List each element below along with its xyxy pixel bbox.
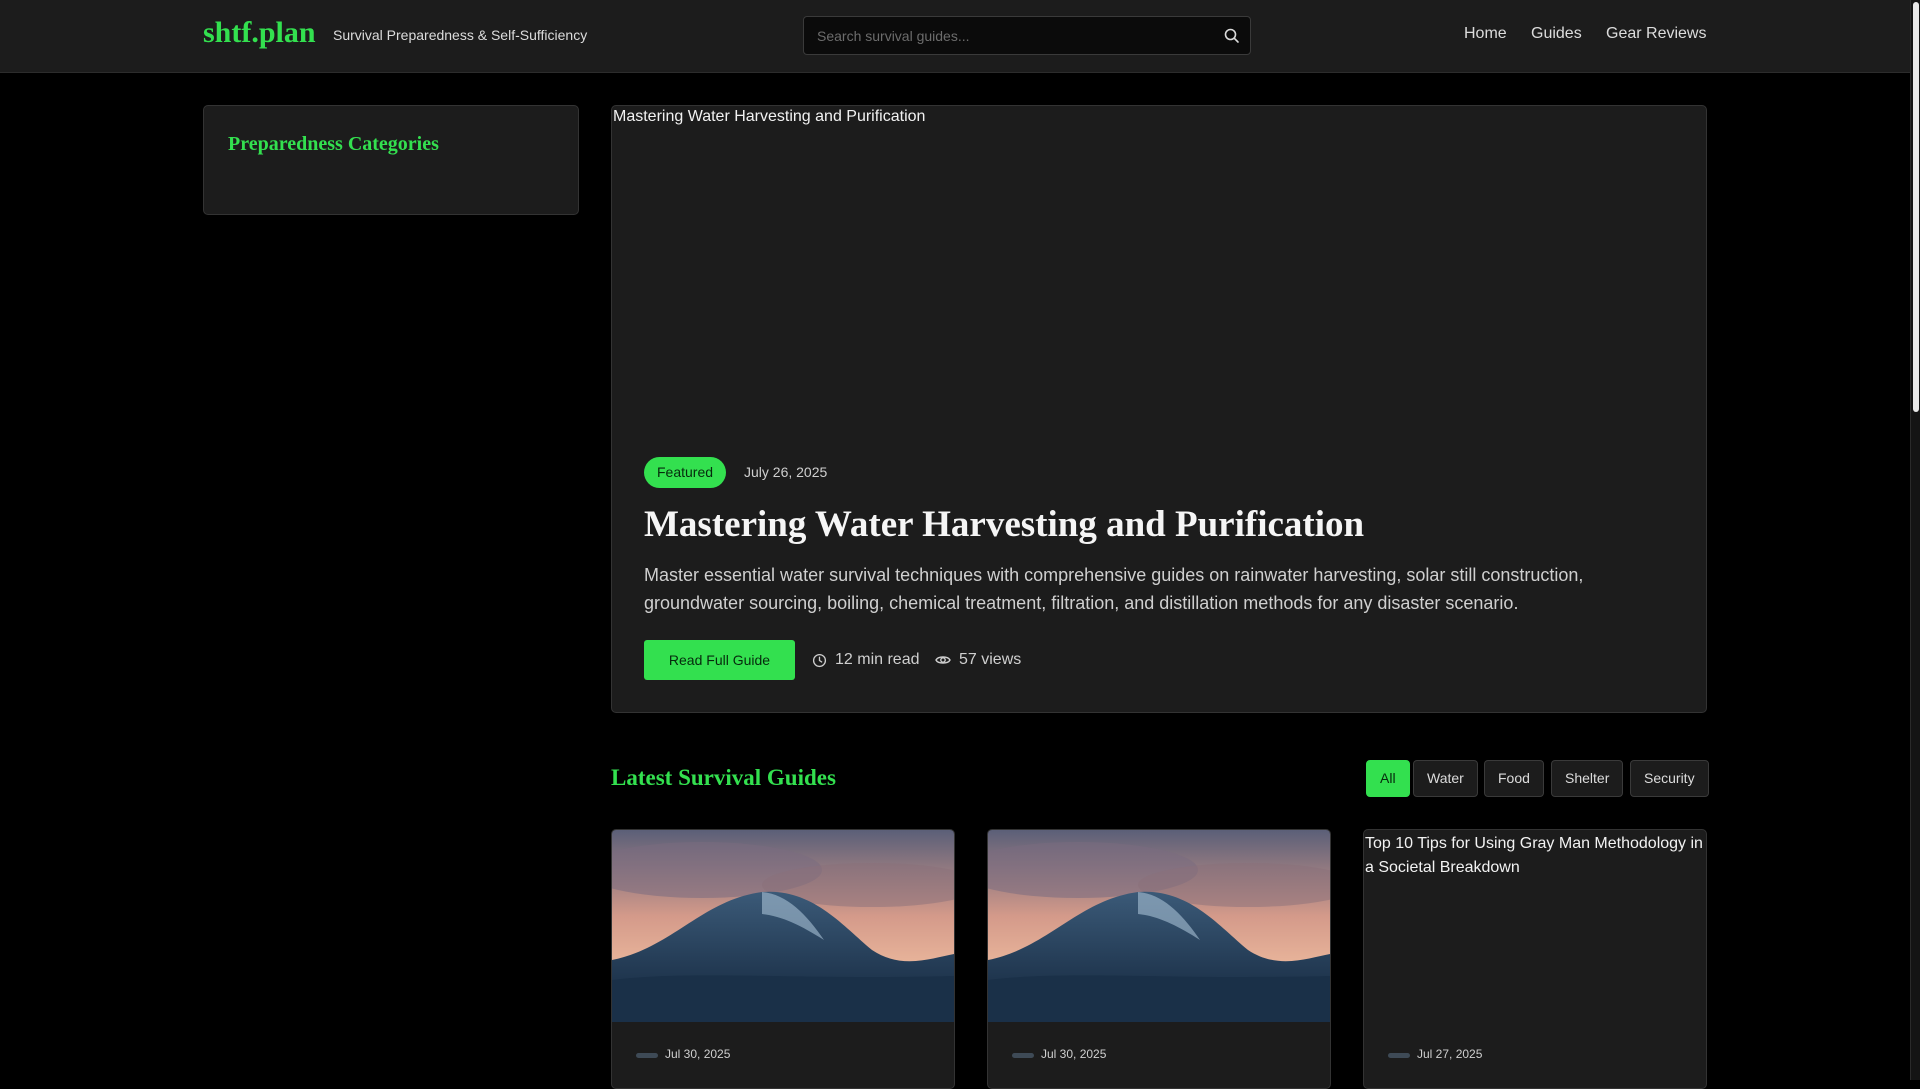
filter-all[interactable]: All	[1366, 760, 1410, 797]
search-icon[interactable]	[1223, 27, 1241, 45]
read-full-guide-button[interactable]: Read Full Guide	[644, 640, 795, 680]
wave-photo[interactable]	[612, 830, 954, 1022]
read-time: 12 min read	[812, 651, 920, 669]
featured-date: July 26, 2025	[744, 464, 828, 480]
latest-guides-title: Latest Survival Guides	[611, 765, 836, 790]
clock-icon	[812, 653, 827, 667]
featured-title[interactable]: Mastering Water Harvesting and Purificat…	[644, 503, 1364, 546]
search-box	[803, 16, 1251, 55]
guide-card[interactable]: Jul 30, 2025	[611, 829, 955, 1089]
scrollbar-thumb[interactable]	[1913, 2, 1919, 412]
card-date: Jul 30, 2025	[665, 1047, 731, 1061]
featured-description: Master essential water survival techniqu…	[644, 565, 1584, 613]
search-input[interactable]	[804, 17, 1204, 54]
eye-icon	[935, 656, 951, 664]
featured-image[interactable]: Mastering Water Harvesting and Purificat…	[613, 108, 925, 126]
card-date: Jul 30, 2025	[1041, 1047, 1107, 1061]
wave-photo[interactable]	[988, 830, 1330, 1022]
card-category-marker	[1388, 1053, 1410, 1058]
site-header: shtf.plan Survival Preparedness & Self-S…	[0, 0, 1910, 73]
card-date: Jul 27, 2025	[1417, 1047, 1483, 1061]
nav-home[interactable]: Home	[1464, 25, 1507, 43]
card-category-marker	[1012, 1053, 1034, 1058]
filter-shelter[interactable]: Shelter	[1551, 760, 1624, 797]
guide-card[interactable]: Top 10 Tips for Using Gray Man Methodolo…	[1363, 829, 1707, 1089]
site-logo[interactable]: shtf.plan	[203, 16, 316, 50]
view-count: 57 views	[935, 651, 1021, 669]
featured-badge: Featured	[644, 457, 727, 488]
filter-food[interactable]: Food	[1484, 760, 1544, 797]
card-category-marker	[636, 1053, 658, 1058]
read-time-label: 12 min read	[835, 651, 920, 668]
filter-water[interactable]: Water	[1413, 760, 1478, 797]
featured-article: Mastering Water Harvesting and Purificat…	[611, 105, 1707, 713]
categories-sidebar: Preparedness Categories	[203, 105, 579, 215]
sidebar-title: Preparedness Categories	[228, 133, 439, 155]
views-label: 57 views	[959, 651, 1022, 668]
nav-guides[interactable]: Guides	[1531, 25, 1582, 43]
nav-gear-reviews[interactable]: Gear Reviews	[1606, 25, 1706, 43]
guide-card[interactable]: Jul 30, 2025	[987, 829, 1331, 1089]
page-scrollbar[interactable]	[1910, 0, 1920, 1080]
card-image[interactable]: Top 10 Tips for Using Gray Man Methodolo…	[1365, 832, 1705, 880]
site-tagline: Survival Preparedness & Self-Sufficiency	[333, 27, 588, 43]
filter-security[interactable]: Security	[1630, 760, 1709, 797]
